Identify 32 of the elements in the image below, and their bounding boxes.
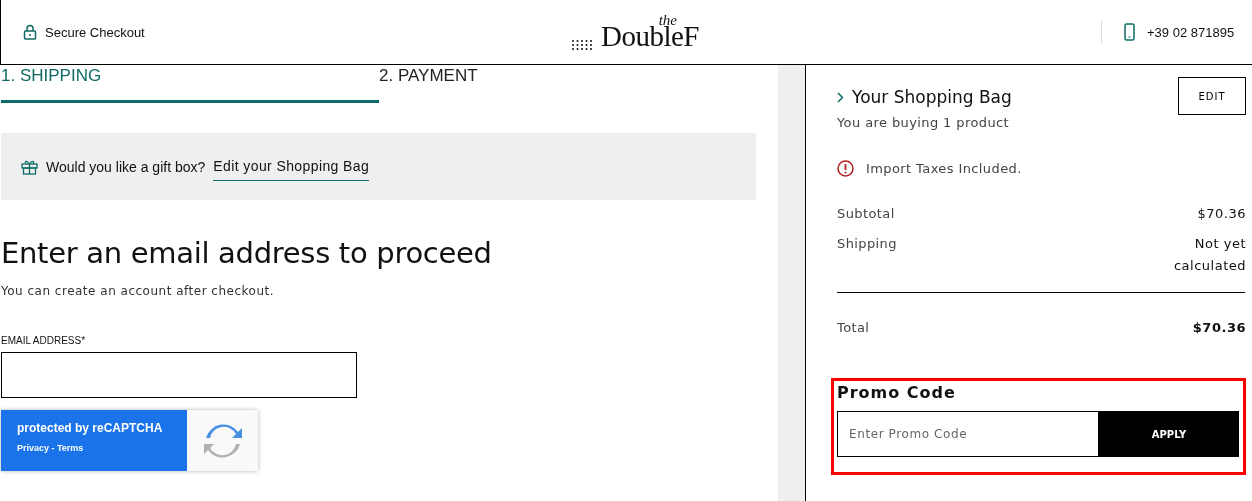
phone-number[interactable]: +39 02 871895 xyxy=(1147,24,1235,40)
step-tab[interactable]: 2. PAYMENT xyxy=(379,65,757,103)
recaptcha-links[interactable]: Privacy - Terms xyxy=(17,443,187,453)
lock-icon xyxy=(23,24,37,40)
phone-icon xyxy=(1124,23,1135,41)
account-note: You can create an account after checkout. xyxy=(1,284,276,298)
summary-label: Shipping xyxy=(837,235,897,253)
gift-icon xyxy=(21,158,38,175)
total-label: Total xyxy=(837,319,870,337)
email-label: EMAIL ADDRESS* xyxy=(1,335,87,346)
apply-button[interactable]: APPLY xyxy=(1099,411,1239,457)
edit-button[interactable]: EDIT xyxy=(1178,77,1246,115)
product-count: You are buying 1 product xyxy=(837,115,1011,130)
email-field[interactable] xyxy=(1,352,357,398)
gift-box-question: Would you like a gift box? xyxy=(46,158,206,175)
summary-value: $70.36 xyxy=(1196,205,1246,223)
promo-code-field[interactable]: Enter Promo Code xyxy=(837,411,1099,457)
promo-title: Promo Code xyxy=(837,383,957,402)
secure-checkout-label: Secure Checkout xyxy=(45,24,145,40)
chevron-right-icon[interactable] xyxy=(837,91,844,103)
dot-grid-icon xyxy=(571,39,593,51)
total-value: $70.36 xyxy=(1191,319,1246,337)
email-heading: Enter an email address to proceed xyxy=(1,236,493,270)
edit-bag-link[interactable]: Edit your Shopping Bag xyxy=(213,158,370,181)
alert-icon xyxy=(837,160,854,177)
summary-label: Subtotal xyxy=(837,205,895,223)
logo[interactable]: the DoubleF xyxy=(601,13,699,51)
recaptcha-title: protected by reCAPTCHA xyxy=(17,421,164,435)
shopping-bag-title: Your Shopping Bag xyxy=(852,87,1012,107)
import-taxes-notice: Import Taxes Included. xyxy=(866,161,1022,176)
summary-value: Not yet calculated xyxy=(1172,235,1246,275)
step-tab[interactable]: 1. SHIPPING xyxy=(1,65,379,103)
